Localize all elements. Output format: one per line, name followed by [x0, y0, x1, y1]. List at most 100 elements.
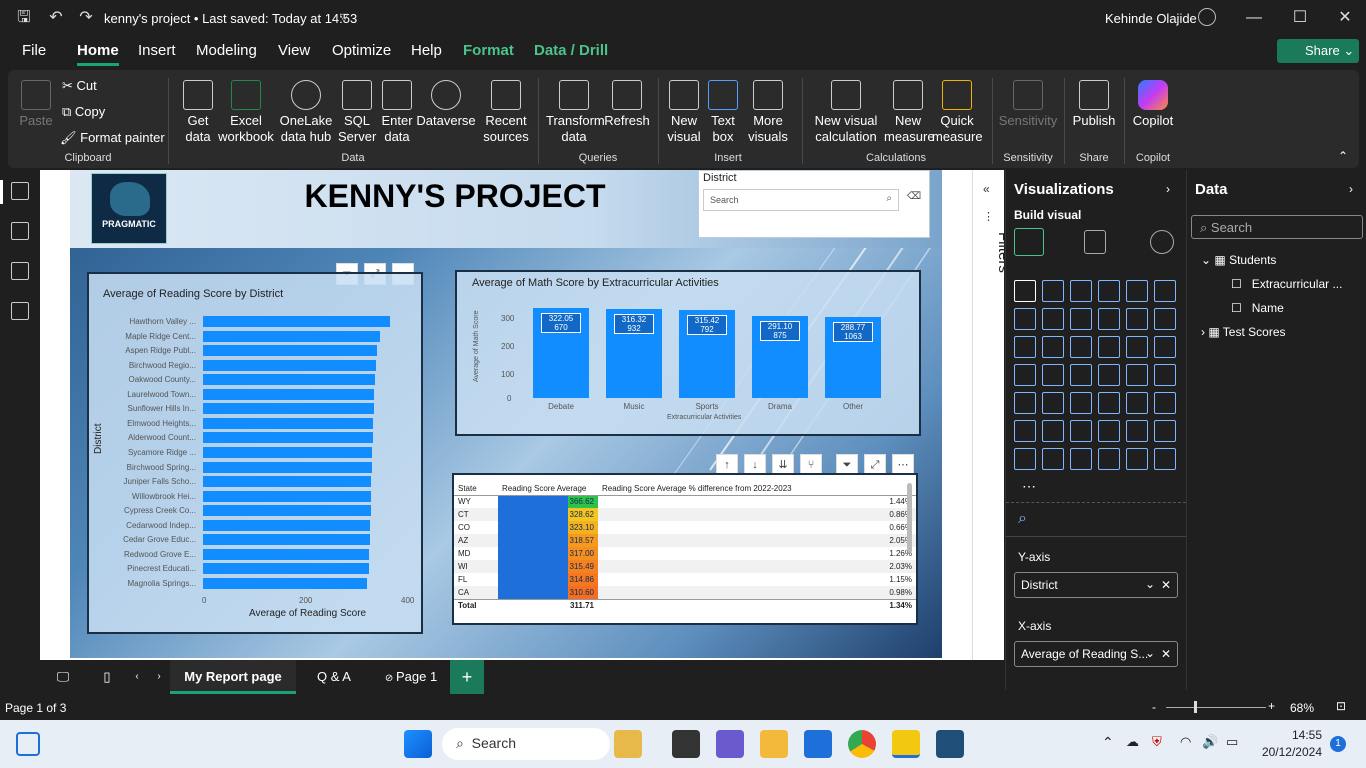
- goals-icon[interactable]: [1154, 420, 1176, 442]
- remove-icon[interactable]: ✕: [1161, 578, 1171, 592]
- r-visual-icon[interactable]: [1154, 392, 1176, 414]
- power-apps-icon[interactable]: [1042, 448, 1064, 470]
- line-stacked-column-icon[interactable]: [1014, 336, 1036, 358]
- build-visual-icon[interactable]: [1014, 228, 1044, 256]
- menu-optimize[interactable]: Optimize: [332, 42, 391, 59]
- qa-icon[interactable]: [1098, 420, 1120, 442]
- column-header[interactable]: Reading Score Average % difference from …: [598, 482, 916, 495]
- filled-map-icon[interactable]: [1070, 364, 1092, 386]
- search-icon[interactable]: ⌕: [1018, 510, 1027, 528]
- analytics-icon[interactable]: [1150, 230, 1174, 254]
- copilot-button[interactable]: Copilot: [1128, 80, 1178, 129]
- column-line-icon[interactable]: [1042, 336, 1064, 358]
- bar[interactable]: [203, 374, 376, 386]
- table-row[interactable]: FL 314.86 1.15%: [454, 573, 916, 586]
- get-data-button[interactable]: Get data: [178, 80, 218, 145]
- chevron-down-icon[interactable]: ⌄: [1145, 577, 1155, 591]
- table-row[interactable]: WY 366.62 1.44%: [454, 495, 916, 508]
- funnel-icon[interactable]: [1070, 336, 1092, 358]
- menu-home[interactable]: Home: [77, 42, 119, 66]
- reading-score-chart[interactable]: Average of Reading Score by District Haw…: [87, 272, 423, 634]
- cloud-icon[interactable]: ☁: [1126, 734, 1139, 750]
- line-column-chart-icon[interactable]: [1154, 308, 1176, 330]
- onelake-button[interactable]: OneLake data hub: [276, 80, 336, 145]
- scrollbar[interactable]: [907, 483, 912, 553]
- add-page-button[interactable]: +: [450, 660, 484, 694]
- remove-icon[interactable]: ✕: [1161, 647, 1171, 661]
- close-icon[interactable]: ✕: [1335, 8, 1355, 28]
- widget-image-icon[interactable]: [614, 730, 642, 758]
- column-header[interactable]: Reading Score Average: [498, 482, 598, 495]
- notification-badge[interactable]: 1: [1330, 736, 1346, 752]
- bar[interactable]: [203, 461, 372, 473]
- menu-help[interactable]: Help: [411, 42, 442, 59]
- math-score-chart[interactable]: Average of Math Score by Extracurricular…: [455, 270, 921, 436]
- table-row[interactable]: CA 310.60 0.98%: [454, 586, 916, 599]
- enter-data-button[interactable]: Enter data: [380, 80, 414, 145]
- transform-data-button[interactable]: Transform data: [546, 80, 605, 145]
- multi-row-card-icon[interactable]: [1014, 392, 1036, 414]
- x-axis-field[interactable]: Average of Reading S... ⌄ ✕: [1014, 641, 1178, 667]
- format-painter-button[interactable]: 🖌 Format painter: [60, 130, 165, 146]
- volume-icon[interactable]: 🔊: [1202, 734, 1218, 750]
- 100-column-chart-icon[interactable]: [1154, 280, 1176, 302]
- more-icon[interactable]: ⋯: [1022, 478, 1036, 495]
- power-automate-icon[interactable]: [1070, 448, 1092, 470]
- security-icon[interactable]: ⛨: [1152, 734, 1162, 750]
- stacked-bar-chart-icon[interactable]: [1014, 280, 1036, 302]
- start-icon[interactable]: [404, 730, 432, 758]
- new-visual-button[interactable]: New visual: [664, 80, 704, 145]
- menu-view[interactable]: View: [278, 42, 310, 59]
- bar[interactable]: [203, 534, 370, 546]
- mobile-layout-icon[interactable]: ▯: [94, 660, 120, 694]
- dax-query-view-icon[interactable]: [11, 302, 29, 320]
- tab-page-1[interactable]: ⊘ Page 1: [376, 660, 446, 694]
- next-page-icon[interactable]: ›: [152, 660, 166, 694]
- expand-icon[interactable]: ›: [1166, 182, 1170, 196]
- tab-q-and-a[interactable]: Q & A: [302, 660, 366, 694]
- bar[interactable]: [203, 563, 369, 575]
- y-axis-field[interactable]: District ⌄ ✕: [1014, 572, 1178, 598]
- donut-chart-icon[interactable]: [1154, 336, 1176, 358]
- arrow-icon[interactable]: [1154, 448, 1176, 470]
- table-icon[interactable]: [1098, 392, 1120, 414]
- maximize-icon[interactable]: ☐: [1290, 8, 1310, 28]
- save-icon[interactable]: 🖫: [14, 8, 34, 28]
- tab-my-report-page[interactable]: My Report page: [170, 660, 296, 694]
- bar[interactable]: [203, 548, 370, 560]
- new-measure-button[interactable]: New measure: [884, 80, 935, 145]
- bar[interactable]: [203, 359, 377, 371]
- sql-server-button[interactable]: SQL Server: [338, 80, 376, 145]
- collapse-icon[interactable]: «: [983, 182, 990, 196]
- new-visual-calculation-button[interactable]: New visual calculation: [810, 80, 882, 145]
- slicer-search[interactable]: Search ⌕: [703, 189, 899, 211]
- more-visuals-button[interactable]: More visuals: [744, 80, 792, 145]
- table-row[interactable]: WI 315.49 2.03%: [454, 560, 916, 573]
- excel-workbook-button[interactable]: Excel workbook: [218, 80, 274, 145]
- area-chart-icon[interactable]: [1042, 308, 1064, 330]
- waterfall-chart-icon[interactable]: [1126, 308, 1148, 330]
- azure-map-icon[interactable]: [1098, 364, 1120, 386]
- paginated-report-icon[interactable]: [1014, 448, 1036, 470]
- bar[interactable]: [203, 330, 381, 342]
- bar[interactable]: [203, 432, 373, 444]
- menu-file[interactable]: File: [22, 42, 46, 59]
- menu-insert[interactable]: Insert: [138, 42, 176, 59]
- task-view-icon[interactable]: [672, 730, 700, 758]
- bar[interactable]: [203, 476, 372, 488]
- bar[interactable]: [203, 316, 390, 327]
- share-button[interactable]: Share ⌄: [1277, 39, 1359, 63]
- publish-button[interactable]: Publish: [1070, 80, 1118, 129]
- sensitivity-button[interactable]: Sensitivity: [998, 80, 1058, 129]
- chevron-down-icon[interactable]: ⌄: [1145, 646, 1155, 660]
- map-icon[interactable]: [1042, 364, 1064, 386]
- get-visuals-icon[interactable]: [1098, 448, 1120, 470]
- table-row[interactable]: MD 317.00 1.26%: [454, 547, 916, 560]
- field-extracurricular[interactable]: ☐ Extracurricular ...: [1231, 277, 1342, 291]
- menu-modeling[interactable]: Modeling: [196, 42, 257, 59]
- table-item-students[interactable]: ⌄ ▦ Students: [1201, 253, 1276, 267]
- narrative-icon[interactable]: [1126, 420, 1148, 442]
- bar[interactable]: [203, 519, 371, 531]
- copy-button[interactable]: ⧉ Copy: [62, 104, 105, 120]
- fit-to-page-icon[interactable]: ⊡: [1336, 699, 1346, 713]
